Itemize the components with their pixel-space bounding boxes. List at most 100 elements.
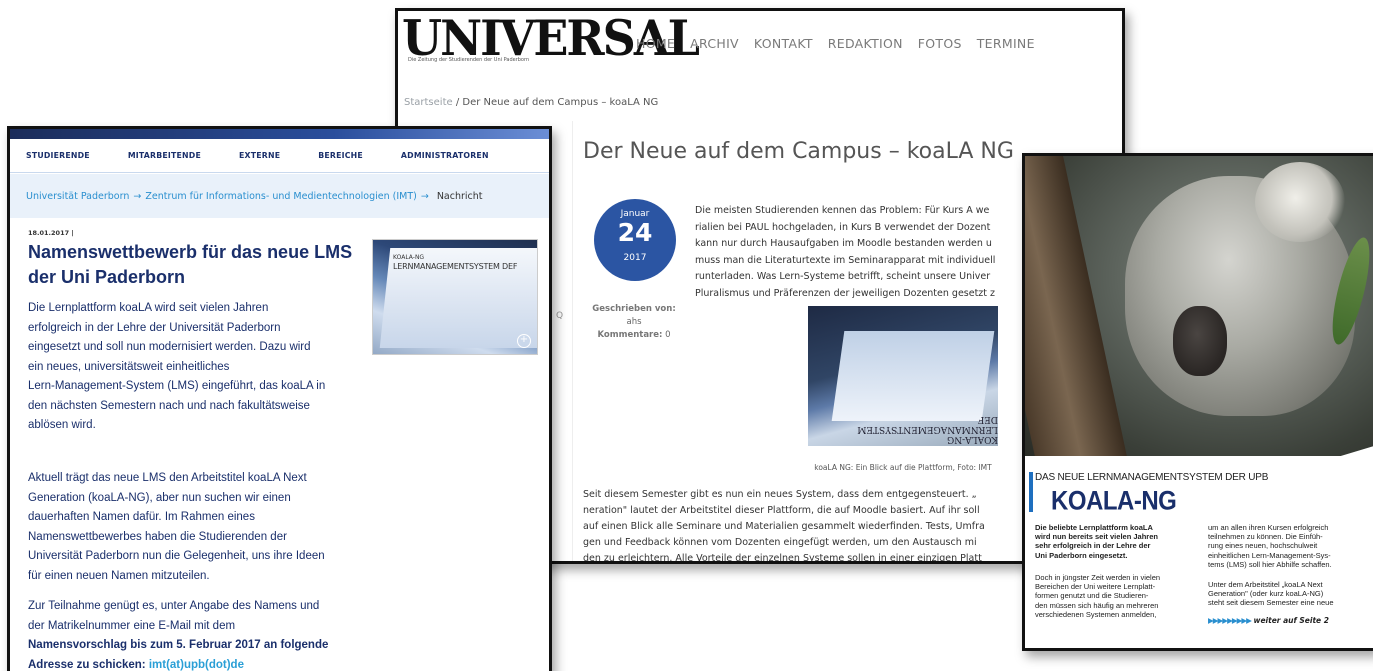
upb-news-screenshot: STUDIERENDE MITARBEITENDE EXTERNE BEREIC… xyxy=(7,126,552,671)
date-badge: Januar 24 2017 xyxy=(594,199,676,281)
author-name[interactable]: ahs xyxy=(586,316,682,329)
text-line: formen genutzt und die Studieren- xyxy=(1035,591,1149,601)
text-line: Doch in jüngster Zeit werden in vielen xyxy=(1035,573,1161,582)
image-text: LERNMANAGEMENTSYSTEM DEF xyxy=(393,262,518,271)
nav-kontakt[interactable]: KONTAKT xyxy=(754,36,813,51)
text-line: wird nun bereits seit vielen Jahren xyxy=(1035,532,1158,542)
magazine-title: KOALA-NG xyxy=(1051,486,1177,517)
nav-archiv[interactable]: ARCHIV xyxy=(690,36,739,51)
search-icon[interactable]: Q xyxy=(556,311,563,321)
nav-fotos[interactable]: FOTOS xyxy=(918,36,962,51)
sidebar-ghost xyxy=(553,121,573,561)
text-line: Uni Paderborn eingesetzt. xyxy=(1035,550,1128,560)
date-day: 24 xyxy=(617,218,653,247)
text-line: für einen neuen Namen mitzuteilen. xyxy=(28,569,210,582)
title-line: Namenswettbewerb für das neue LMS xyxy=(28,242,353,262)
breadcrumb: Universität Paderborn → Zentrum für Info… xyxy=(10,174,549,218)
image-text: KOALA-NG xyxy=(393,254,425,261)
audience-nav: STUDIERENDE MITARBEITENDE EXTERNE BEREIC… xyxy=(10,139,549,173)
photo-screen xyxy=(831,331,995,421)
breadcrumb-uni[interactable]: Universität Paderborn xyxy=(26,191,129,202)
news-paragraph-3: Zur Teilnahme genügt es, unter Angabe de… xyxy=(28,597,328,671)
zoom-icon[interactable]: + xyxy=(517,334,531,348)
text-line: einheitlichen Lern-Management-Sys- xyxy=(1208,550,1331,560)
text-line: steht seit diesem Semester eine neue xyxy=(1208,598,1334,608)
site-header: UNIVERSAL Die Zeitung der Studierenden d… xyxy=(398,11,1122,91)
author-label: Geschrieben von: xyxy=(592,304,676,314)
email-link[interactable]: imt(at)upb(dot)de xyxy=(149,659,244,671)
text-line: um an allen ihren Kursen erfolgreich xyxy=(1208,523,1329,532)
nav-home[interactable]: HOME xyxy=(636,36,675,51)
continue-link[interactable]: ▶▶▶▶▶▶▶▶▶ weiter auf Seite 2 xyxy=(1208,616,1329,625)
text-line: Aktuell trägt das neue LMS den Arbeitsti… xyxy=(28,472,307,484)
photo-text: KOALA-NG LERNMANAGEMENTSYSTEM DEF xyxy=(857,414,998,444)
text-line: tems (LMS) soll hier Abhilfe schaffen. xyxy=(1208,559,1332,569)
text-line: Zur Teilnahme genügt es, unter Angabe de… xyxy=(28,600,320,612)
nav-mitarbeitende[interactable]: MITARBEITENDE xyxy=(128,151,201,160)
article-photo[interactable]: KOALA-NG LERNMANAGEMENTSYSTEM DEF xyxy=(808,306,998,446)
koala-magazine-screenshot: DAS NEUE LERNMANAGEMENTSYSTEM DER UPB KO… xyxy=(1022,153,1373,651)
text-line: ablösen wird. xyxy=(28,419,96,431)
nav-bereiche[interactable]: BEREICHE xyxy=(318,151,363,160)
koala-photo xyxy=(1025,156,1373,456)
text-line: Bereichen der Uni weitere Lernplatt- xyxy=(1035,582,1156,592)
nav-redaktion[interactable]: REDAKTION xyxy=(828,36,903,51)
text-line: Generation" (oder kurz koaLA-NG) xyxy=(1208,589,1324,599)
logo-wordmark: UNIVERSAL xyxy=(402,9,700,67)
title-line: der Uni Paderborn xyxy=(28,267,186,287)
text-line: ein neues, universitätsweit einheitliche… xyxy=(28,360,230,373)
column-right-1: um an allen ihren Kursen erfolgreich tei… xyxy=(1208,523,1332,569)
breadcrumb-imt[interactable]: Zentrum für Informations- und Medientech… xyxy=(145,191,417,202)
header-banner xyxy=(10,129,549,139)
text-line: Die beliebte Lernplattform koaLA xyxy=(1035,523,1153,532)
news-image[interactable]: KOALA-NG LERNMANAGEMENTSYSTEM DEF + xyxy=(372,239,538,355)
comments-label: Kommentare: xyxy=(597,330,663,340)
photo-caption: koaLA NG: Ein Blick auf die Plattform, F… xyxy=(814,463,992,472)
news-paragraph-2: Aktuell trägt das neue LMS den Arbeitsti… xyxy=(28,469,325,586)
koala-nose xyxy=(1173,306,1227,376)
kicker: DAS NEUE LERNMANAGEMENTSYSTEM DER UPB xyxy=(1035,472,1269,483)
text-line: rung eines neuen, hochschulweit xyxy=(1208,541,1318,551)
main-nav: HOME ARCHIV KONTAKT REDAKTION FOTOS TERM… xyxy=(636,36,1035,51)
text-line: der Matrikelnummer eine E-Mail mit dem xyxy=(28,619,236,632)
date-year: 2017 xyxy=(623,253,647,263)
text-line: Universität Paderborn nun die Gelegenhei… xyxy=(28,550,325,562)
comments-count[interactable]: 0 xyxy=(665,330,670,340)
nav-administratoren[interactable]: ADMINISTRATOREN xyxy=(401,151,489,160)
text-line: eingesetzt und soll nun modernisiert wer… xyxy=(28,341,311,353)
news-date: 18.01.2017 | xyxy=(28,229,74,237)
text-line: sehr erfolgreich in der Lehre der xyxy=(1035,541,1151,551)
breadcrumb-separator: / xyxy=(452,97,463,108)
text-line: Generation (koaLA-NG), aber nun suchen w… xyxy=(28,491,291,504)
news-paragraph-1: Die Lernplattform koaLA wird seit vielen… xyxy=(28,299,325,436)
breadcrumb-current: Nachricht xyxy=(436,190,483,202)
text-line: dauerhaften Namen dafür. Im Rahmen eines xyxy=(28,511,255,523)
text-line: erfolgreich in der Lehre der Universität… xyxy=(28,321,281,334)
breadcrumb-arrow: → xyxy=(420,190,429,202)
nav-termine[interactable]: TERMINE xyxy=(977,36,1035,51)
text-line: verschiedenen Systemen anmelden, xyxy=(1035,609,1157,619)
text-line: Lern-Management-System (LMS) eingeführt,… xyxy=(28,380,326,392)
deadline-text: Namensvorschlag bis zum 5. Februar 2017 … xyxy=(28,639,329,651)
news-title: Namenswettbewerb für das neue LMS der Un… xyxy=(28,240,358,290)
arrow-icons: ▶▶▶▶▶▶▶▶▶ xyxy=(1208,616,1252,625)
article-meta: Geschrieben von: ahs Kommentare: 0 xyxy=(586,303,682,342)
universal-logo[interactable]: UNIVERSAL Die Zeitung der Studierenden d… xyxy=(402,9,700,71)
text-line: Die Lernplattform koaLA wird seit vielen… xyxy=(28,302,269,314)
nav-externe[interactable]: EXTERNE xyxy=(239,151,280,160)
accent-bar xyxy=(1029,472,1033,512)
article-title: Der Neue auf dem Campus – koaLA NG xyxy=(583,139,1014,164)
koala-ear xyxy=(1255,162,1345,242)
continue-text: weiter auf Seite 2 xyxy=(1253,616,1329,625)
column-left: Doch in jüngster Zeit werden in vielen B… xyxy=(1035,573,1160,619)
breadcrumb: Startseite / Der Neue auf dem Campus – k… xyxy=(404,97,658,108)
text-line: den müssen sich häufig an mehreren xyxy=(1035,600,1159,610)
column-right-2: Unter dem Arbeitstitel „koaLA Next Gener… xyxy=(1208,580,1334,608)
text-line: teilnehmen zu können. Die Einfüh- xyxy=(1208,532,1323,542)
breadcrumb-arrow: → xyxy=(133,190,142,202)
lead-text: Die beliebte Lernplattform koaLA wird nu… xyxy=(1035,523,1158,560)
breadcrumb-home[interactable]: Startseite xyxy=(404,97,453,108)
text-line: Namenswettbewerbes haben die Studierende… xyxy=(28,530,287,543)
breadcrumb-current: Der Neue auf dem Campus – koaLA NG xyxy=(462,97,659,108)
nav-studierende[interactable]: STUDIERENDE xyxy=(26,151,90,160)
